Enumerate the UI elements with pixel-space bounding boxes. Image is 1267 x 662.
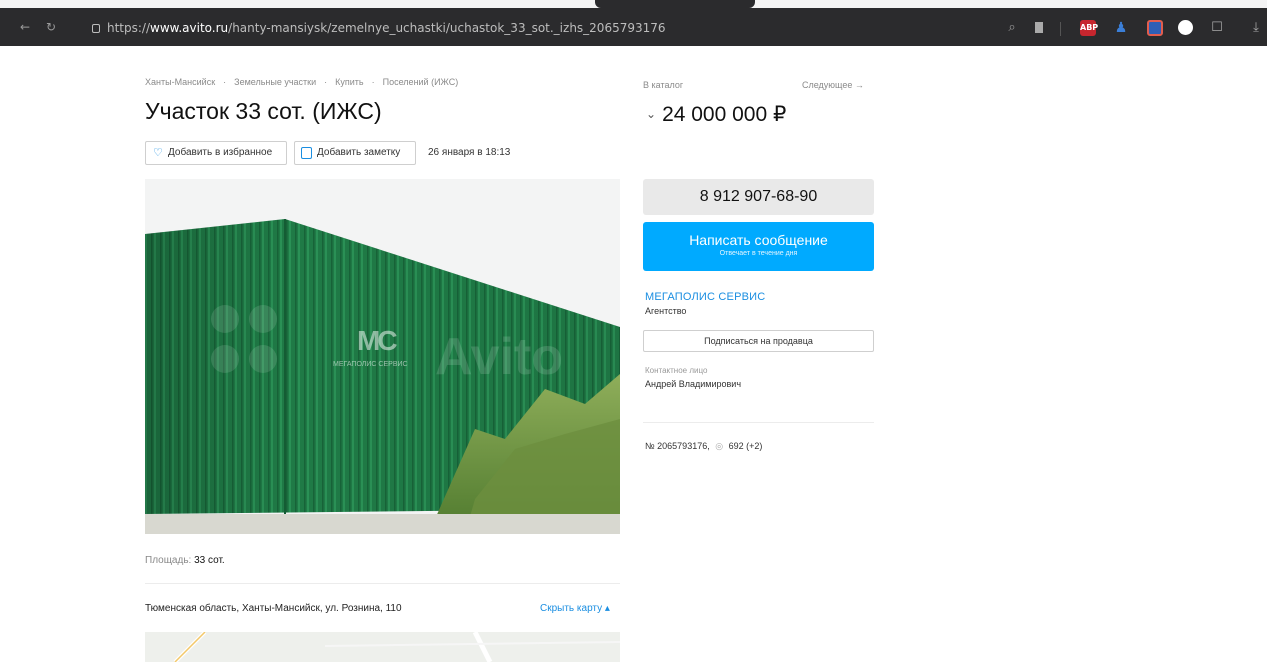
eye-icon: ◎ [715,442,724,452]
url-host: www.avito.ru [150,21,229,35]
seller-type: Агентство [645,306,687,316]
add-note-label: Добавить заметку [317,147,401,158]
heart-icon: ♡ [153,146,163,159]
add-note-button[interactable]: Добавить заметку [294,141,416,165]
view-count: 692 (+2) [728,441,763,451]
response-time-label: Отвечает в течение дня [719,250,798,257]
subscribe-seller-button[interactable]: Подписаться на продавца [643,330,874,352]
divider [643,422,874,423]
map-roads [173,632,620,662]
listing-photo[interactable]: MC МЕГАПОЛИС СЕРВИС Avito [145,179,620,534]
address-bar[interactable]: https://www.avito.ru/hanty-mansiysk/zeme… [92,21,992,35]
url-path: /hanty-mansiysk/zemelnye_uchastki/uchast… [228,21,666,35]
write-message-button[interactable]: Написать сообщение Отвечает в течение дн… [643,222,874,271]
contact-person-label: Контактное лицо [645,366,708,375]
catalog-link[interactable]: В каталог [643,80,683,90]
map-preview[interactable] [145,632,620,662]
watermark-brand: Avito [435,328,564,386]
watermark-logo: MC [357,325,398,356]
seller-name-link[interactable]: МЕГАПОЛИС СЕРВИС [645,291,765,303]
contact-person-name: Андрей Владимирович [645,379,742,389]
note-icon [301,147,312,159]
page-title: Участок 33 сот. (ИЖС) [145,98,382,124]
breadcrumb-sep: · [223,77,227,87]
next-listing-link[interactable]: Следующее → [802,80,864,90]
chevron-down-icon[interactable]: ⌄ [646,107,656,121]
address-text: Тюменская область, Ханты-Мансийск, ул. Р… [145,603,402,614]
globe-extension-icon[interactable] [1178,20,1193,35]
divider [145,583,620,584]
breadcrumb-buy[interactable]: Купить [335,77,363,87]
add-to-favorites-label: Добавить в избранное [168,147,273,158]
reload-icon[interactable]: ↻ [46,21,56,33]
url-prefix: https:// [107,21,151,35]
breadcrumb: Ханты-Мансийск · Земельные участки · Купить ·… [145,77,466,87]
show-phone-button[interactable]: 8 912 907-68-90 [643,179,874,215]
download-icon[interactable]: ⤓ [1248,20,1264,36]
browser-tab-strip [0,0,1267,8]
breadcrumb-sep: · [371,77,375,87]
price-value: 24 000 000 ₽ [662,103,787,126]
lock-icon [92,24,100,33]
toolbar-separator [1060,22,1061,36]
breadcrumb-subcategory[interactable]: Поселений (ИЖС) [383,77,459,87]
hide-map-link[interactable]: Скрыть карту ▴ [540,603,610,614]
back-icon[interactable]: ← [20,21,30,33]
publish-date: 26 января в 18:13 [428,147,511,158]
area-label: Площадь: [145,555,192,566]
browser-toolbar: ← ↻ https://www.avito.ru/hanty-mansiysk/… [0,8,1267,46]
ad-number: № 2065793176, [645,441,710,451]
grid-extension-icon[interactable] [1147,20,1163,36]
adblock-extension-icon[interactable]: ABP [1080,20,1098,36]
area-param: Площадь: 33 сот. [145,555,225,566]
bookmark-icon[interactable] [1031,20,1047,36]
add-to-favorites-button[interactable]: ♡ Добавить в избранное [145,141,287,165]
watermark-company: МЕГАПОЛИС СЕРВИС [333,361,408,368]
ad-info: № 2065793176, ◎ 692 (+2) [645,441,762,452]
breadcrumb-sep: · [324,77,328,87]
active-tab[interactable] [595,0,755,8]
search-icon[interactable]: ⌕ [1004,20,1020,36]
person-extension-icon[interactable]: ♟ [1113,20,1129,36]
write-message-label: Написать сообщение [689,232,828,248]
area-value: 33 сот. [194,555,225,566]
breadcrumb-city[interactable]: Ханты-Мансийск [145,77,215,87]
chat-extension-icon[interactable]: ☐ [1209,20,1225,36]
breadcrumb-category[interactable]: Земельные участки [234,77,316,87]
price: ⌄ 24 000 000 ₽ [646,102,786,127]
